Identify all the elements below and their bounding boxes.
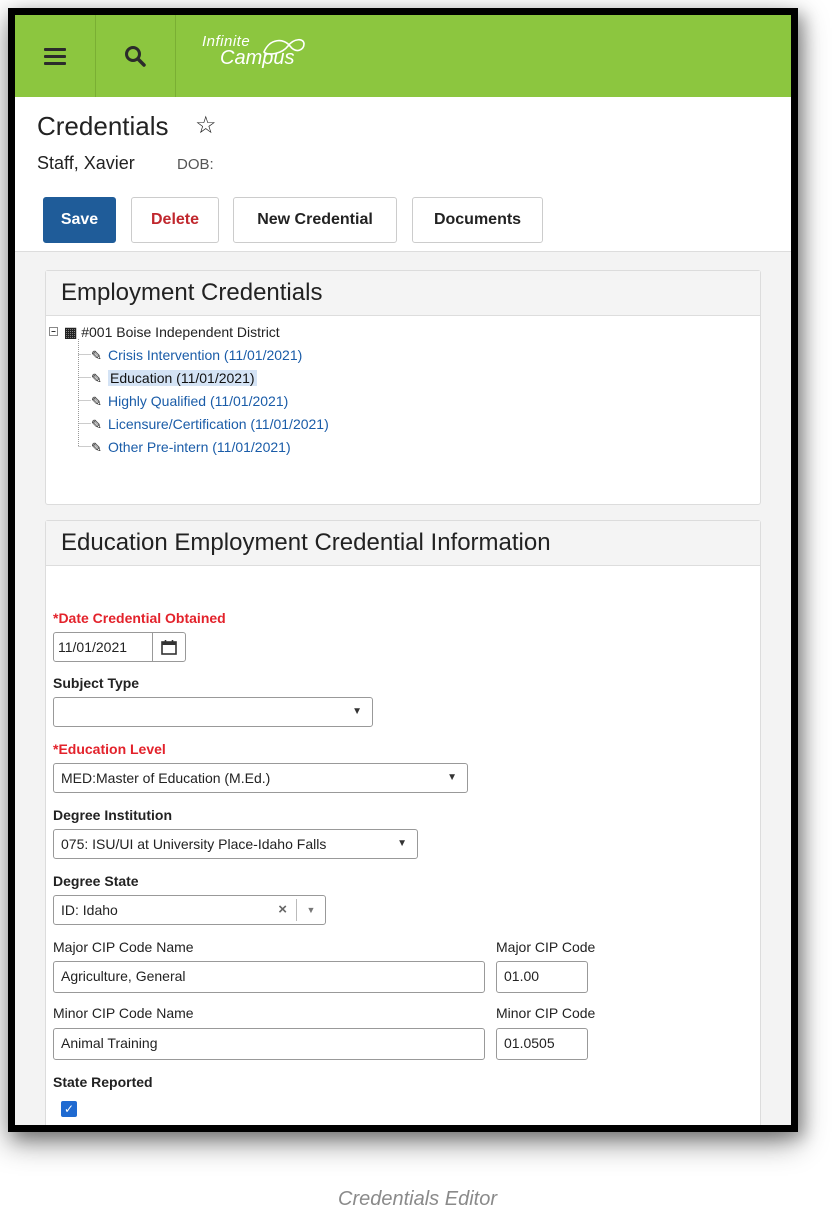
dropdown-arrow-icon[interactable]: ▼	[296, 899, 325, 921]
minor-cip-name-label: Minor CIP Code Name	[53, 1005, 194, 1021]
state-reported-label: State Reported	[53, 1074, 153, 1090]
action-toolbar: Save Delete New Credential Documents	[15, 187, 791, 252]
employment-credentials-heading: Employment Credentials	[46, 271, 760, 316]
page-title: Credentials	[37, 111, 169, 141]
menu-icon[interactable]	[15, 15, 96, 97]
dropdown-arrow-icon: ▼	[397, 838, 407, 849]
degree-institution-label: Degree Institution	[53, 807, 173, 823]
tree-item-label: Crisis Intervention (11/01/2021)	[108, 347, 303, 363]
minor-cip-code-label: Minor CIP Code	[496, 1005, 596, 1021]
pencil-icon: ✎	[91, 371, 102, 386]
search-icon[interactable]	[95, 15, 176, 97]
date-obtained-field[interactable]: 11/01/2021	[53, 632, 186, 662]
minor-cip-code-input[interactable]: 01.0505	[496, 1028, 588, 1060]
pencil-icon: ✎	[91, 440, 102, 455]
degree-state-value: ID: Idaho	[61, 902, 118, 918]
dropdown-arrow-icon: ▼	[352, 706, 362, 717]
degree-state-label: Degree State	[53, 873, 139, 889]
credential-info-panel: Education Employment Credential Informat…	[45, 520, 761, 1125]
tree-item[interactable]: ✎ Licensure/Certification (11/01/2021)	[91, 414, 329, 434]
documents-button[interactable]: Documents	[412, 197, 543, 243]
state-reported-checkbox[interactable]: ✓	[61, 1101, 77, 1117]
education-level-label: *Education Level	[53, 741, 166, 757]
person-name: Staff, Xavier	[37, 153, 135, 173]
tree-item[interactable]: ✎ Highly Qualified (11/01/2021)	[91, 391, 288, 411]
tree-root-district[interactable]: ▦ #001 Boise Independent District	[64, 322, 280, 342]
calendar-icon[interactable]	[152, 633, 185, 661]
tree-item-label: Licensure/Certification (11/01/2021)	[108, 416, 329, 432]
tree-root-label: #001 Boise Independent District	[81, 324, 280, 340]
subject-type-label: Subject Type	[53, 675, 140, 691]
tree-item-label: Other Pre-intern (11/01/2021)	[108, 439, 291, 455]
tree-item-label: Education (11/01/2021)	[108, 370, 257, 386]
app-window: Infinite Campus Credentials ☆ Staff, Xav…	[8, 8, 798, 1132]
building-icon: ▦	[64, 324, 78, 340]
employment-credentials-panel: Employment Credentials ▦ #001 Boise Indep…	[45, 270, 761, 505]
dropdown-arrow-icon: ▼	[447, 772, 457, 783]
degree-state-select[interactable]: ID: Idaho × ▼	[53, 895, 326, 925]
major-cip-name-input[interactable]: Agriculture, General	[53, 961, 485, 993]
page-header: Credentials ☆ Staff, Xavier DOB:	[15, 97, 791, 188]
major-cip-code-label: Major CIP Code	[496, 939, 596, 955]
figure-caption: Credentials Editor	[338, 1188, 497, 1210]
pencil-icon: ✎	[91, 394, 102, 409]
save-button[interactable]: Save	[43, 197, 116, 243]
education-level-select[interactable]: MED:Master of Education (M.Ed.) ▼	[53, 763, 468, 793]
dob-label: DOB:	[177, 156, 214, 173]
date-obtained-value: 11/01/2021	[58, 639, 128, 655]
minor-cip-name-input[interactable]: Animal Training	[53, 1028, 485, 1060]
tree-item-label: Highly Qualified (11/01/2021)	[108, 393, 289, 409]
degree-institution-select[interactable]: 075: ISU/UI at University Place-Idaho Fa…	[53, 829, 418, 859]
major-cip-code-input[interactable]: 01.00	[496, 961, 588, 993]
date-obtained-label: *Date Credential Obtained	[53, 610, 226, 626]
tree-item-selected[interactable]: ✎ Education (11/01/2021)	[91, 368, 257, 388]
tree-item[interactable]: ✎ Crisis Intervention (11/01/2021)	[91, 345, 302, 365]
degree-institution-value: 075: ISU/UI at University Place-Idaho Fa…	[61, 836, 327, 852]
subject-type-select[interactable]: ▼	[53, 697, 373, 727]
pencil-icon: ✎	[91, 348, 102, 363]
infinite-campus-logo[interactable]: Infinite Campus	[202, 33, 305, 70]
tree-item[interactable]: ✎ Other Pre-intern (11/01/2021)	[91, 437, 291, 457]
delete-button[interactable]: Delete	[131, 197, 219, 243]
credential-info-heading: Education Employment Credential Informat…	[46, 521, 760, 566]
new-credential-button[interactable]: New Credential	[233, 197, 397, 243]
education-level-value: MED:Master of Education (M.Ed.)	[61, 770, 271, 786]
star-icon[interactable]: ☆	[195, 111, 217, 140]
logo-swoosh-icon	[263, 38, 305, 55]
major-cip-name-label: Major CIP Code Name	[53, 939, 194, 955]
top-bar: Infinite Campus	[15, 15, 791, 97]
clear-icon[interactable]: ×	[278, 896, 287, 924]
pencil-icon: ✎	[91, 417, 102, 432]
